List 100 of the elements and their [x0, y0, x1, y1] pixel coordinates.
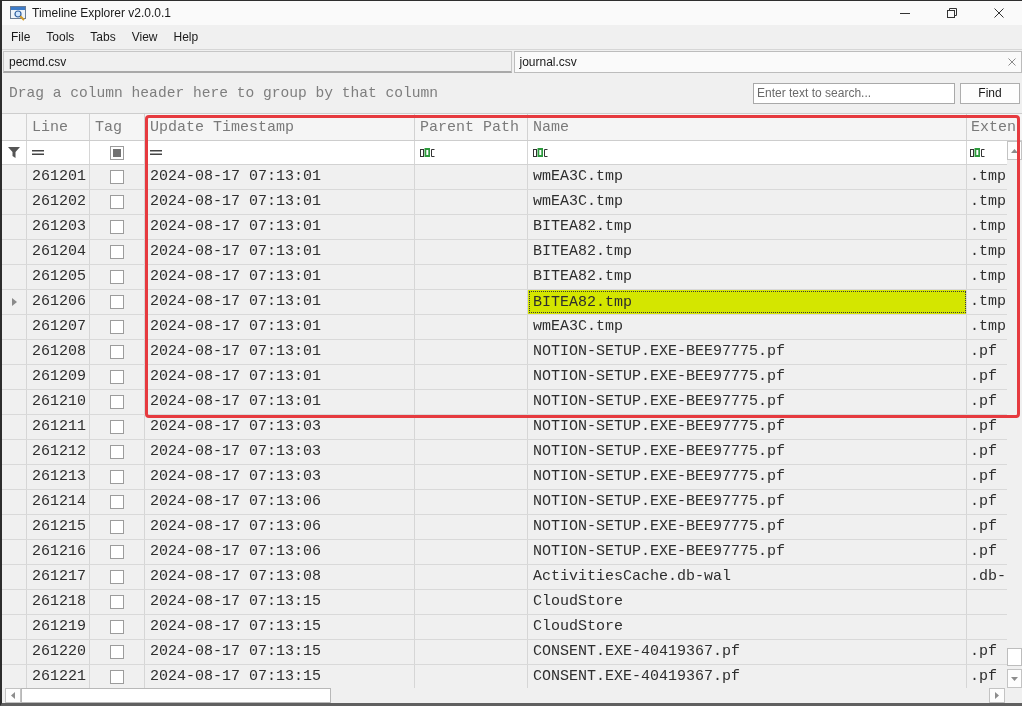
line-number: 261214 — [32, 494, 86, 510]
group-hint: Drag a column header here to group by that column — [9, 85, 440, 101]
line-number: 261206 — [32, 294, 86, 310]
equals-icon[interactable] — [32, 150, 44, 155]
timestamp-text: 2024-08-17 07:13:01 — [150, 169, 322, 185]
file-name: wmEA3C.tmp — [533, 169, 623, 185]
line-number: 261204 — [32, 244, 86, 260]
checkbox[interactable] — [110, 445, 124, 459]
file-name: NOTION-SETUP.EXE-BEE97775.pf — [533, 444, 786, 460]
column-header[interactable]: Update Timestamp — [150, 119, 295, 135]
file-extension: .db- — [970, 569, 1006, 585]
checkbox[interactable] — [110, 545, 124, 559]
file-name: ActivitiesCache.db-wal — [533, 569, 732, 585]
scrollbar-thumb[interactable] — [1007, 648, 1022, 666]
line-number: 261218 — [32, 594, 86, 610]
file-extension: .tmp — [970, 244, 1006, 260]
column-header[interactable]: Parent Path — [420, 119, 520, 135]
file-extension: .tmp — [970, 194, 1006, 210]
line-number: 261216 — [32, 544, 86, 560]
triangle-down-icon[interactable] — [1011, 676, 1018, 681]
triangle-right-icon[interactable] — [995, 692, 999, 699]
checkbox[interactable] — [110, 270, 124, 284]
timestamp-text: 2024-08-17 07:13:15 — [150, 669, 322, 685]
timestamp-text: 2024-08-17 07:13:01 — [150, 319, 322, 335]
file-extension: .tmp — [970, 319, 1006, 335]
filter-icon[interactable] — [8, 147, 20, 158]
menu-item[interactable]: View — [123, 28, 166, 46]
checkbox[interactable] — [110, 520, 124, 534]
line-number: 261209 — [32, 369, 86, 385]
restore-icon[interactable] — [946, 8, 957, 18]
timestamp-text: 2024-08-17 07:13:06 — [150, 494, 322, 510]
timestamp-text: 2024-08-17 07:13:03 — [150, 469, 322, 485]
column-header[interactable]: Name — [533, 119, 569, 135]
line-number: 261219 — [32, 619, 86, 635]
file-extension: .pf — [970, 669, 997, 685]
line-number: 261202 — [32, 194, 86, 210]
checkbox[interactable] — [110, 220, 124, 234]
checkbox[interactable] — [110, 595, 124, 609]
file-extension: .pf — [970, 444, 997, 460]
timestamp-text: 2024-08-17 07:13:15 — [150, 619, 322, 635]
checkbox[interactable] — [110, 620, 124, 634]
line-number: 261220 — [32, 644, 86, 660]
file-name: CONSENT.EXE-40419367.pf — [533, 669, 741, 685]
checkbox[interactable] — [110, 295, 124, 309]
checkbox[interactable] — [110, 645, 124, 659]
line-number: 261203 — [32, 219, 86, 235]
text-filter-icon[interactable] — [970, 148, 985, 157]
menu-item[interactable]: File — [3, 28, 39, 46]
checkbox[interactable] — [110, 495, 124, 509]
tab[interactable]: journal.csv — [513, 51, 1022, 73]
file-extension: .pf — [970, 394, 997, 410]
checkbox[interactable] — [110, 470, 124, 484]
menu-item[interactable]: Tools — [38, 28, 83, 46]
checkbox[interactable] — [110, 320, 124, 334]
checkbox[interactable] — [110, 195, 124, 209]
checkbox[interactable] — [110, 570, 124, 584]
file-name: NOTION-SETUP.EXE-BEE97775.pf — [533, 544, 786, 560]
column-header[interactable]: Tag — [95, 119, 122, 135]
window-title: Timeline Explorer v2.0.0.1 — [32, 6, 171, 20]
checkbox[interactable] — [110, 420, 124, 434]
file-extension: .tmp — [970, 294, 1006, 310]
line-number: 261205 — [32, 269, 86, 285]
file-extension: .pf — [970, 344, 997, 360]
tab[interactable]: pecmd.csv — [3, 51, 512, 73]
scroll-right-button[interactable] — [989, 688, 1005, 703]
column-header[interactable]: Line — [32, 119, 68, 135]
equals-icon[interactable] — [150, 150, 162, 155]
text-filter-icon[interactable] — [420, 148, 435, 157]
triangle-left-icon[interactable] — [11, 692, 15, 699]
checkbox[interactable] — [110, 170, 124, 184]
timestamp-text: 2024-08-17 07:13:15 — [150, 644, 322, 660]
highlighted-cell[interactable]: BITEA82.tmp — [528, 290, 967, 314]
checkbox[interactable] — [110, 670, 124, 684]
file-extension: .pf — [970, 494, 997, 510]
column-header[interactable]: Exten — [971, 119, 1016, 135]
search-field[interactable]: Enter text to search... — [753, 82, 955, 104]
checkbox[interactable] — [110, 370, 124, 384]
timestamp-text: 2024-08-17 07:13:01 — [150, 344, 322, 360]
file-name: NOTION-SETUP.EXE-BEE97775.pf — [533, 494, 786, 510]
scrollbar-thumb[interactable] — [21, 688, 331, 703]
menu-item[interactable]: Help — [165, 28, 207, 46]
filter-checkbox[interactable] — [110, 145, 124, 160]
file-name: BITEA82.tmp — [533, 269, 633, 285]
scroll-down-button[interactable] — [1007, 669, 1022, 688]
text-filter-icon[interactable] — [533, 148, 548, 157]
checkbox[interactable] — [110, 345, 124, 359]
checkbox[interactable] — [110, 395, 124, 409]
menu-item[interactable]: Tabs — [82, 28, 124, 46]
file-name: CloudStore — [533, 594, 623, 610]
file-name: NOTION-SETUP.EXE-BEE97775.pf — [533, 519, 786, 535]
file-name: NOTION-SETUP.EXE-BEE97775.pf — [533, 419, 786, 435]
find-button[interactable]: Find — [960, 82, 1020, 104]
window-magnifier-icon — [10, 5, 26, 21]
checkbox[interactable] — [110, 245, 124, 259]
file-name: BITEA82.tmp — [533, 244, 633, 260]
file-extension: .tmp — [970, 219, 1006, 235]
scroll-left-button[interactable] — [5, 688, 21, 703]
triangle-up-icon[interactable] — [1011, 148, 1018, 153]
file-extension: .pf — [970, 644, 997, 660]
close-icon[interactable] — [993, 8, 1004, 18]
